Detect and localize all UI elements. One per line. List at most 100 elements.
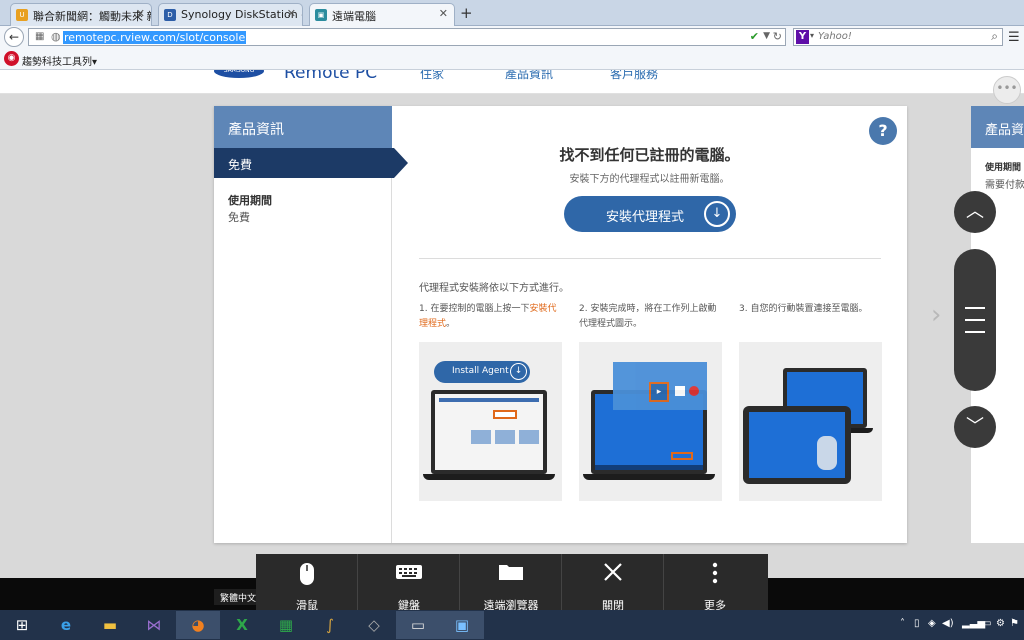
laptop-base <box>423 474 555 480</box>
udn-icon: U <box>16 9 28 21</box>
virtualbox-icon[interactable]: ◇ <box>352 611 396 639</box>
download-icon: ↓ <box>704 201 730 227</box>
device-icon[interactable]: ▯ <box>914 618 920 629</box>
close-icon[interactable]: ✕ <box>439 7 448 20</box>
windows-icon: ⊞ <box>15 616 29 634</box>
system-tray: ˄ ▯ ◈ ◀) ▂▃▅ ▭ ⚙ ⚑ <box>900 616 1024 636</box>
tab-title: 聯合新聞網：觸動未來 新... <box>33 10 151 23</box>
ie-icon[interactable]: e <box>44 611 88 639</box>
identity-icon: ▦ <box>35 31 45 42</box>
sidebar-heading: 產品資訊 <box>214 106 392 148</box>
refresh-icon[interactable]: ↻ <box>773 30 782 43</box>
flag-icon[interactable]: ⚑ <box>1010 618 1019 629</box>
nav-support[interactable]: 客戶服務 <box>610 70 658 82</box>
close-icon <box>562 562 664 587</box>
site-header: SAMSUNG Remote PC 住家 產品資訊 客戶服務 <box>0 70 1024 94</box>
menu-icon-bar <box>965 319 985 321</box>
ime-indicator[interactable]: 繁體中文 <box>214 589 256 605</box>
start-button[interactable]: ⊞ <box>0 611 44 639</box>
search-icon[interactable]: ⌕ <box>991 29 998 44</box>
project-icon[interactable]: ▦ <box>264 611 308 639</box>
term-title: 使用期間 <box>985 163 1022 173</box>
sidebar-item-free[interactable]: 免費 <box>214 148 408 178</box>
install-label: 安裝代理程式 <box>606 210 685 225</box>
excel-icon[interactable]: X <box>220 611 264 639</box>
close-icon[interactable]: ✕ <box>287 7 296 20</box>
laptop-base <box>583 474 715 480</box>
dsm-icon: D <box>164 9 176 21</box>
check-icon: ✔ <box>749 30 759 43</box>
step-1-illustration: Install Agent ↓ <box>419 342 562 501</box>
laptop-graphic <box>431 390 547 474</box>
term-title: 使用期間 <box>228 194 272 207</box>
steps-intro: 代理程式安裝將依以下方式進行。 <box>419 283 569 294</box>
new-tab-button[interactable]: + <box>460 4 473 22</box>
scroll-up-button[interactable]: ︿ <box>954 191 996 233</box>
brand-name: Remote PC <box>284 70 378 83</box>
brand-logo: SAMSUNG <box>214 70 264 78</box>
bookmark-toolbar: ◉ 趨勢科技工具列▾ <box>0 48 1024 70</box>
visual-studio-icon[interactable]: ⋈ <box>132 611 176 639</box>
folder-icon <box>460 562 562 587</box>
arrow-left-icon: ← <box>8 30 20 44</box>
close-icon[interactable]: ✕ <box>136 7 145 20</box>
chevron-up-icon[interactable]: ˄ <box>900 618 905 629</box>
remotepc-icon: ▣ <box>315 9 327 21</box>
more-vertical-icon <box>664 562 766 589</box>
keyboard-icon <box>358 562 460 587</box>
scroll-down-button[interactable]: ﹀ <box>954 406 996 448</box>
step-2: 2. 安裝完成時，將在工作列上啟動代理程式圖示。 <box>579 304 717 329</box>
tablet-graphic <box>743 406 851 484</box>
globe-icon: ◍ <box>51 30 61 43</box>
tab-remotepc[interactable]: ▣ 遠端電腦 ✕ <box>309 3 455 27</box>
term-value: 需要付款 <box>985 180 1024 191</box>
step-1: 1. 在要控制的電腦上按一下安裝代理程式。 <box>419 304 557 329</box>
menu-toggle-button[interactable] <box>954 249 996 391</box>
url-text[interactable]: remotepc.rview.com/slot/console <box>63 31 247 44</box>
tab-strip: U 聯合新聞網：觸動未來 新... ✕ D Synology DiskStati… <box>0 0 1024 27</box>
remotepc-icon[interactable]: ▣ <box>440 611 484 639</box>
app-icon[interactable]: ▭ <box>396 611 440 639</box>
step-3: 3. 自您的行動裝置連接至電腦。 <box>739 304 868 314</box>
tab-synology[interactable]: D Synology DiskStation - H... ✕ <box>158 3 303 26</box>
product-card: 產品資訊 免費 使用期間 免費 ? 找不到任何已註冊的電腦。 安裝下方的代理程式… <box>214 106 907 543</box>
java-icon[interactable]: ∫ <box>308 611 352 639</box>
toolbar-label[interactable]: 趨勢科技工具列▾ <box>22 53 97 68</box>
trendmicro-icon: ◉ <box>4 51 19 66</box>
taskbar-popup-graphic: ▸ <box>613 362 707 410</box>
download-icon: ↓ <box>510 363 527 380</box>
shield-icon[interactable]: ◈ <box>928 618 936 629</box>
divider <box>419 258 881 259</box>
help-button[interactable]: ? <box>869 117 897 145</box>
chevron-down-icon[interactable]: ▾ <box>810 31 814 40</box>
step-3-illustration <box>739 342 882 501</box>
back-button[interactable]: ← <box>4 27 24 47</box>
install-agent-button[interactable]: 安裝代理程式 ↓ <box>564 196 736 232</box>
term-value: 免費 <box>228 211 250 224</box>
windows-taskbar: ⊞ e ▬ ⋈ ◕ X ▦ ∫ ◇ ▭ ▣ ˄ ▯ ◈ ◀) ▂▃▅ ▭ ⚙ ⚑ <box>0 610 1024 640</box>
card-heading: 產品資訊 <box>971 106 1024 148</box>
more-options-icon[interactable]: ••• <box>993 76 1021 104</box>
navigation-bar: ← ▦ ◍ remotepc.rview.com/slot/console ✔ … <box>0 26 1024 48</box>
tab-udn[interactable]: U 聯合新聞網：觸動未來 新... ✕ <box>10 3 152 26</box>
nav-products[interactable]: 產品資訊 <box>505 70 553 82</box>
tab-title: 遠端電腦 <box>332 10 376 23</box>
menu-icon[interactable]: ☰ <box>1008 30 1020 45</box>
yahoo-icon: Y <box>796 30 809 44</box>
chevron-down-icon: ﹀ <box>966 416 984 437</box>
volume-icon[interactable]: ◀) <box>942 618 954 629</box>
chevron-down-icon[interactable]: ▼ <box>763 31 770 41</box>
remote-screen: SAMSUNG Remote PC 住家 產品資訊 客戶服務 產品資訊 免費 使… <box>0 70 1024 578</box>
firefox-icon[interactable]: ◕ <box>176 611 220 639</box>
settings-icon[interactable]: ⚙ <box>996 618 1005 629</box>
search-box[interactable]: Y ▾ Yahoo! ⌕ <box>793 28 1003 46</box>
menu-icon <box>965 307 985 309</box>
url-bar[interactable]: ▦ ◍ remotepc.rview.com/slot/console ✔ ▼ … <box>28 28 786 46</box>
nav-home[interactable]: 住家 <box>420 70 444 82</box>
battery-icon[interactable]: ▭ <box>982 618 991 629</box>
file-explorer-icon[interactable]: ▬ <box>88 611 132 639</box>
step-2-illustration: ▸ <box>579 342 722 501</box>
chevron-right-icon[interactable]: › <box>931 300 941 330</box>
mouse-icon <box>256 562 358 591</box>
sidebar: 產品資訊 免費 使用期間 免費 <box>214 106 408 543</box>
